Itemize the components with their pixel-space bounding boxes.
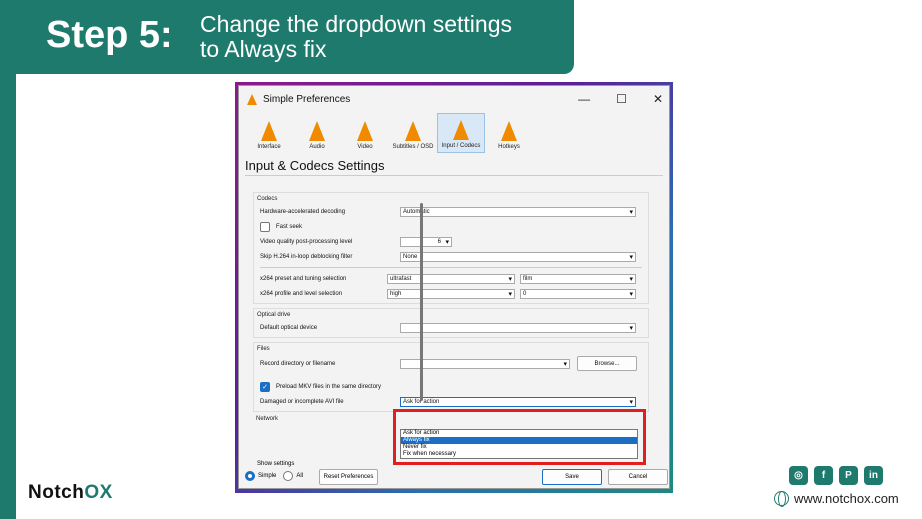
avi-row: Damaged or incomplete AVI file Ask for a…	[254, 394, 648, 409]
linkedin-icon[interactable]: in	[864, 466, 883, 485]
avi-select[interactable]: Ask for action	[400, 396, 636, 407]
step-description-line2: to Always fix	[200, 36, 327, 62]
preset-select[interactable]: ultrafast	[387, 273, 515, 284]
tab-audio[interactable]: Audio	[293, 113, 341, 153]
tab-label: Subtitles / OSD	[392, 144, 434, 150]
preset-row: x264 preset and tuning selection ultrafa…	[254, 271, 648, 286]
tab-subtitles[interactable]: Subtitles / OSD	[389, 113, 437, 153]
dialog-title: Simple Preferences	[263, 94, 351, 105]
all-label: All	[296, 473, 304, 479]
step-description-line1: Change the dropdown settings	[200, 11, 512, 37]
view-mode-radios: Simple All	[245, 471, 303, 481]
dialog-footer: Show settings Simple All Reset Preferenc…	[239, 461, 669, 488]
record-row: Record directory or filename Browse...	[254, 354, 648, 374]
section-title: Input & Codecs Settings	[245, 158, 385, 173]
category-toolbar: Interface Audio Video Subtitles / OSD In…	[239, 113, 669, 153]
tab-video[interactable]: Video	[341, 113, 389, 153]
skip-select[interactable]: None	[400, 251, 636, 262]
tab-hotkeys[interactable]: Hotkeys	[485, 113, 533, 153]
reset-preferences-button[interactable]: Reset Preferences	[319, 469, 378, 485]
preload-row: ✓ Preload MKV files in the same director…	[254, 379, 648, 394]
interface-icon	[261, 121, 277, 141]
optical-group: Optical drive Default optical device	[253, 308, 649, 338]
tab-label: Hotkeys	[498, 144, 520, 150]
tab-label: Audio	[309, 144, 325, 150]
audio-icon	[309, 121, 325, 141]
title-bar: Simple Preferences — ☐ ✕	[239, 86, 669, 113]
all-radio[interactable]	[283, 471, 294, 481]
tune-select[interactable]: film	[520, 273, 636, 284]
vq-spinbox[interactable]: 6	[400, 236, 452, 247]
level-input[interactable]: 0	[520, 288, 636, 299]
vlc-cone-icon	[247, 94, 257, 105]
show-settings-label: Show settings	[257, 461, 295, 467]
brand-logo: NotchOX	[28, 482, 113, 504]
settings-content: Codecs Hardware-accelerated decoding Aut…	[253, 192, 649, 424]
step-description: Change the dropdown settings to Always f…	[200, 12, 512, 62]
minimize-button[interactable]: —	[578, 92, 590, 106]
profile-select[interactable]: high	[387, 288, 515, 299]
facebook-icon[interactable]: f	[814, 466, 833, 485]
record-label: Record directory or filename	[260, 361, 336, 367]
files-group: Files Record directory or filename Brows…	[253, 342, 649, 412]
tab-interface[interactable]: Interface	[245, 113, 293, 153]
fast-seek-checkbox[interactable]	[260, 221, 270, 232]
codecs-group: Codecs Hardware-accelerated decoding Aut…	[253, 192, 649, 304]
save-button[interactable]: Save	[542, 469, 602, 485]
hotkeys-icon	[501, 121, 517, 141]
optical-label: Default optical device	[260, 324, 318, 331]
settings-scrollbar[interactable]	[420, 203, 423, 401]
input-codecs-icon	[453, 120, 469, 140]
globe-icon	[774, 491, 789, 507]
profile-row: x264 profile and level selection high 0	[254, 286, 648, 301]
brand-name-part1: Notch	[28, 482, 85, 503]
video-icon	[357, 121, 373, 141]
left-accent-bar	[0, 0, 16, 519]
tab-label: Interface	[257, 144, 281, 150]
fast-seek-row: Fast seek	[254, 219, 648, 234]
vq-row: Video quality post-processing level 6	[254, 234, 648, 249]
avi-label: Damaged or incomplete AVI file	[260, 398, 344, 405]
close-button[interactable]: ✕	[653, 92, 663, 106]
cancel-button[interactable]: Cancel	[608, 469, 668, 485]
step-banner: Step 5: Change the dropdown settings to …	[0, 0, 574, 74]
subtitles-icon	[405, 121, 421, 141]
profile-label: x264 profile and level selection	[260, 290, 343, 297]
website-link[interactable]: www.notchox.com	[774, 491, 899, 507]
highlight-box	[393, 409, 646, 465]
hw-decoding-label: Hardware-accelerated decoding	[260, 208, 346, 215]
skip-label: Skip H.264 in-loop deblocking filter	[260, 253, 353, 260]
hw-decoding-select[interactable]: Automatic	[400, 206, 636, 217]
simple-label: Simple	[258, 473, 277, 479]
vq-label: Video quality post-processing level	[260, 238, 353, 245]
record-input[interactable]	[400, 359, 570, 369]
skip-row: Skip H.264 in-loop deblocking filter Non…	[254, 249, 648, 264]
divider	[260, 267, 642, 268]
group-title: Codecs	[257, 196, 278, 202]
pinterest-icon[interactable]: P	[839, 466, 858, 485]
step-label: Step 5:	[46, 14, 173, 56]
preset-label: x264 preset and tuning selection	[260, 275, 347, 282]
preload-checkbox[interactable]: ✓	[260, 381, 270, 392]
tab-label: Video	[357, 144, 373, 150]
optical-select[interactable]	[400, 322, 636, 333]
fast-seek-label: Fast seek	[276, 223, 303, 230]
maximize-button[interactable]: ☐	[616, 92, 627, 106]
group-title: Optical drive	[257, 312, 291, 318]
divider	[245, 175, 663, 176]
optical-row: Default optical device	[254, 320, 648, 335]
browse-button[interactable]: Browse...	[577, 356, 637, 371]
social-icons: ◎ f P in	[789, 466, 883, 485]
hw-decoding-row: Hardware-accelerated decoding Automatic	[254, 204, 648, 219]
simple-radio[interactable]	[245, 471, 255, 481]
instagram-icon[interactable]: ◎	[789, 466, 808, 485]
brand-name-part2: OX	[84, 482, 113, 503]
group-title: Files	[257, 346, 270, 352]
website-text: www.notchox.com	[794, 491, 899, 506]
preload-label: Preload MKV files in the same directory	[276, 383, 382, 390]
tab-input-codecs[interactable]: Input / Codecs	[437, 113, 485, 153]
tab-label: Input / Codecs	[441, 143, 481, 149]
